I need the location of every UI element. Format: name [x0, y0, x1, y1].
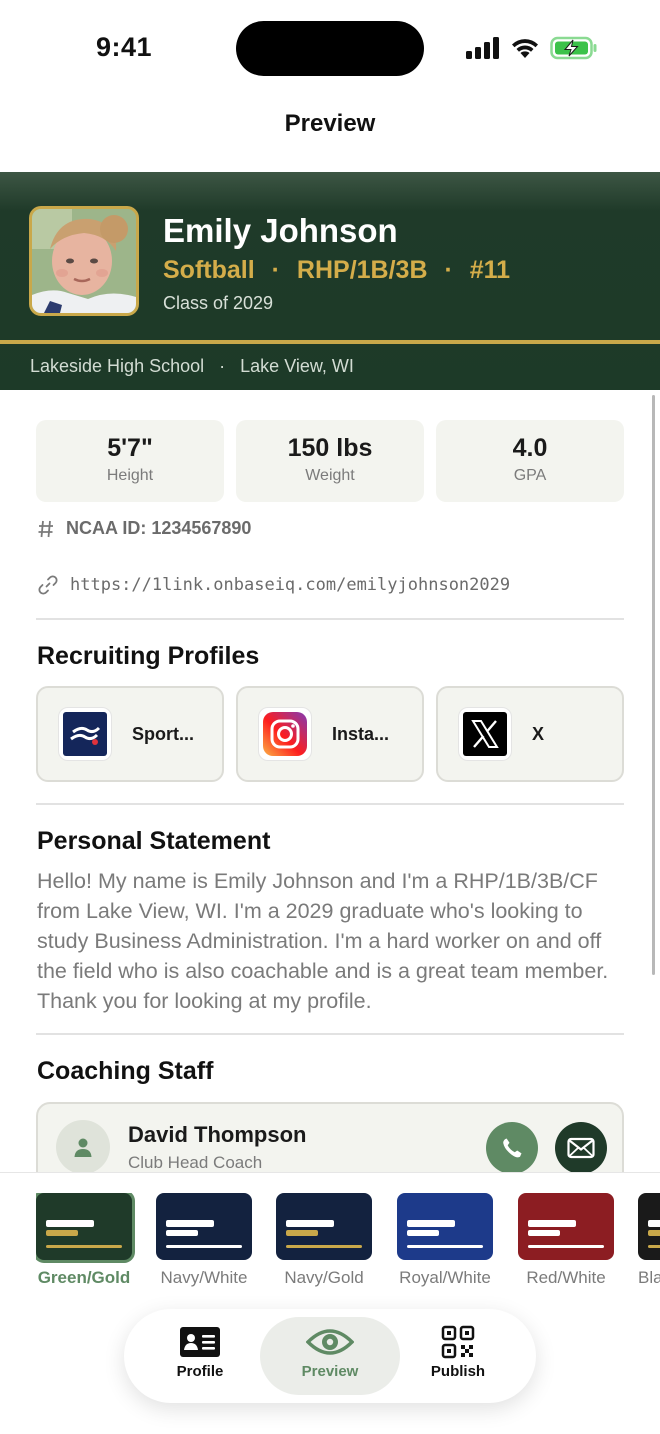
- stat-card-gpa: 4.0 GPA: [436, 420, 624, 502]
- sport-position-line: Softball · RHP/1B/3B · #11: [163, 256, 510, 285]
- stat-label: Weight: [305, 467, 355, 484]
- personal-statement-title: Personal Statement: [37, 827, 271, 855]
- coach-role: Club Head Coach: [128, 1153, 263, 1172]
- divider: [36, 1033, 624, 1035]
- school-name: Lakeside High School: [30, 356, 205, 376]
- separator: ·: [444, 256, 453, 284]
- theme-label: Royal/White: [399, 1268, 491, 1287]
- theme-label: Green/Gold: [37, 1268, 131, 1287]
- stat-card-height: 5'7" Height: [36, 420, 224, 502]
- status-bar: 9:41: [0, 0, 660, 96]
- profile-header: Emily Johnson Softball · RHP/1B/3B · #11…: [0, 172, 660, 390]
- tab-label: Profile: [176, 1363, 224, 1380]
- bottom-panel: Green/Gold Navy/White Navy/Gold Royal/Wh…: [0, 1172, 660, 1434]
- ncaa-id-row: NCAA ID: 1234567890: [38, 518, 251, 539]
- recruiting-profile-sportsrecruits[interactable]: Sport...: [36, 686, 224, 782]
- athlete-photo: [29, 206, 139, 316]
- jersey-number: #11: [469, 256, 511, 284]
- theme-label: Bla: [638, 1268, 660, 1287]
- phone-icon: [503, 1138, 522, 1158]
- battery-charging-icon: [550, 36, 597, 60]
- qr-code-icon: [441, 1325, 475, 1359]
- eye-icon: [306, 1329, 354, 1355]
- separator: ·: [271, 256, 280, 284]
- recruiting-profile-label: Insta...: [332, 723, 390, 744]
- header-main: Emily Johnson Softball · RHP/1B/3B · #11…: [0, 172, 660, 340]
- ncaa-id-text: NCAA ID: 1234567890: [66, 518, 252, 538]
- theme-option-navy-gold[interactable]: Navy/Gold: [276, 1193, 372, 1288]
- school-line: Lakeside High School · Lake View, WI: [30, 356, 354, 377]
- envelope-icon: [567, 1137, 595, 1159]
- link-icon: [38, 575, 58, 595]
- athlete-name: Emily Johnson: [163, 212, 398, 249]
- sportsrecruits-logo-icon: [58, 707, 112, 761]
- theme-option-red-white[interactable]: Red/White: [518, 1193, 614, 1288]
- call-coach-button[interactable]: [486, 1122, 538, 1172]
- recruiting-profiles-list: Sport... Insta... X: [36, 686, 624, 782]
- hash-icon: [38, 520, 53, 537]
- tab-profile[interactable]: Profile: [130, 1317, 270, 1395]
- recruiting-profile-x[interactable]: X: [436, 686, 624, 782]
- divider: [36, 803, 624, 805]
- stat-card-weight: 150 lbs Weight: [236, 420, 424, 502]
- theme-swatch: [156, 1193, 252, 1260]
- divider: [36, 618, 624, 620]
- tab-bar: Profile Preview Publish: [124, 1309, 536, 1403]
- tab-publish[interactable]: Publish: [388, 1317, 528, 1395]
- stats-row: 5'7" Height 150 lbs Weight 4.0 GPA: [36, 420, 624, 502]
- recruiting-profiles-title: Recruiting Profiles: [37, 642, 260, 670]
- email-coach-button[interactable]: [555, 1122, 607, 1172]
- recruiting-profile-label: X: [532, 723, 545, 744]
- dynamic-island: [236, 21, 424, 76]
- profile-link-row[interactable]: https://1link.onbaseiq.com/emilyjohnson2…: [38, 575, 510, 595]
- tab-label: Publish: [430, 1363, 486, 1380]
- theme-option-navy-white[interactable]: Navy/White: [156, 1193, 252, 1288]
- status-time: 9:41: [96, 32, 153, 62]
- stat-value: 5'7": [107, 434, 153, 462]
- status-icons: [466, 36, 598, 60]
- theme-option-black[interactable]: Bla: [638, 1193, 660, 1288]
- coach-card: David Thompson Club Head Coach: [36, 1102, 624, 1172]
- page-title: Preview: [284, 110, 376, 137]
- theme-label: Red/White: [526, 1268, 606, 1287]
- theme-swatch: [638, 1193, 660, 1260]
- class-year: Class of 2029: [163, 293, 274, 313]
- theme-swatch: [518, 1193, 614, 1260]
- positions-label: RHP/1B/3B: [296, 256, 428, 284]
- header-accent-rule: [0, 340, 660, 344]
- wifi-icon: [512, 39, 538, 58]
- school-location: Lake View, WI: [240, 356, 354, 376]
- profile-content[interactable]: 5'7" Height 150 lbs Weight 4.0 GPA NCAA …: [0, 390, 660, 1172]
- cellular-signal-icon: [466, 37, 499, 59]
- tab-label: Preview: [301, 1363, 359, 1380]
- sport-label: Softball: [163, 256, 255, 284]
- profile-link-url[interactable]: https://1link.onbaseiq.com/emilyjohnson2…: [70, 575, 510, 595]
- tab-preview[interactable]: Preview: [260, 1317, 400, 1395]
- theme-swatch: [36, 1193, 132, 1260]
- stat-value: 150 lbs: [287, 434, 373, 462]
- theme-swatch: [276, 1193, 372, 1260]
- instagram-logo-icon: [258, 707, 312, 761]
- recruiting-profile-label: Sport...: [132, 723, 194, 744]
- coaching-staff-title: Coaching Staff: [37, 1057, 214, 1085]
- scrollbar[interactable]: [652, 395, 655, 975]
- theme-label: Navy/Gold: [284, 1268, 364, 1287]
- id-card-icon: [180, 1327, 220, 1357]
- theme-label: Navy/White: [160, 1268, 248, 1287]
- separator: ·: [219, 356, 226, 376]
- personal-statement-text: Hello! My name is Emily Johnson and I'm …: [37, 869, 609, 1013]
- theme-option-royal-white[interactable]: Royal/White: [397, 1193, 493, 1288]
- recruiting-profile-instagram[interactable]: Insta...: [236, 686, 424, 782]
- stat-label: GPA: [513, 467, 547, 484]
- coach-avatar: [56, 1120, 110, 1172]
- theme-picker[interactable]: Green/Gold Navy/White Navy/Gold Royal/Wh…: [36, 1193, 660, 1293]
- theme-option-green-gold[interactable]: Green/Gold: [36, 1193, 132, 1288]
- coach-name: David Thompson: [128, 1122, 307, 1147]
- stat-value: 4.0: [512, 434, 548, 462]
- x-logo-icon: [458, 707, 512, 761]
- person-icon: [74, 1138, 92, 1157]
- theme-swatch: [397, 1193, 493, 1260]
- stat-label: Height: [106, 467, 154, 484]
